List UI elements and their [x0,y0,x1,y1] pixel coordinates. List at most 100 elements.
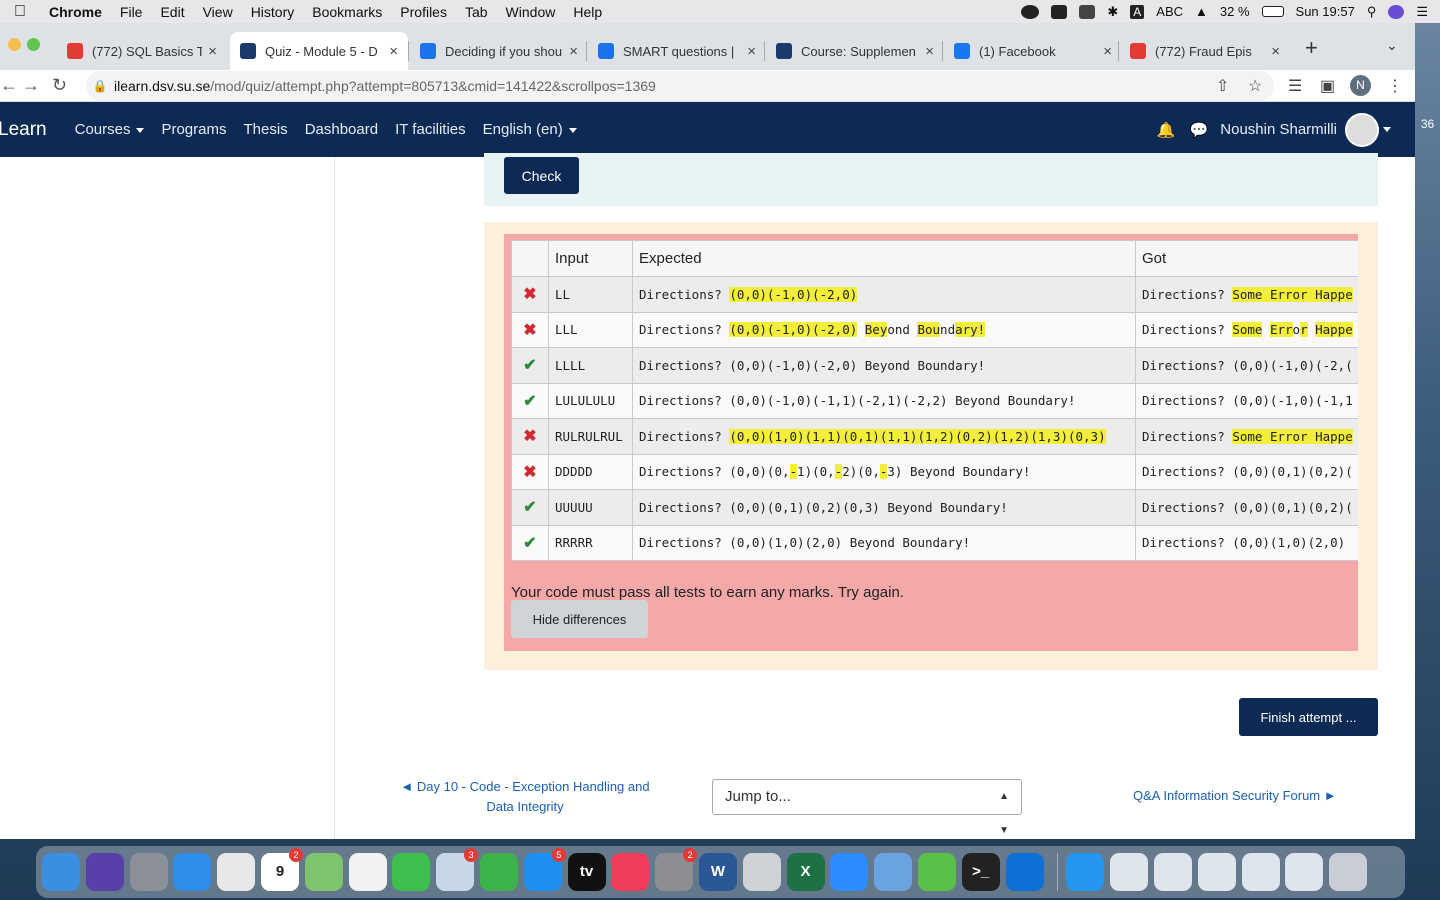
menu-edit[interactable]: Edit [151,4,193,20]
menu-window[interactable]: Window [497,4,565,20]
dock-chrome-icon[interactable] [217,853,256,891]
menu-view[interactable]: View [194,4,242,20]
dock-calendar-icon[interactable]: 92 [260,848,303,891]
forward-button-icon[interactable]: → [22,75,40,96]
menu-tab[interactable]: Tab [456,4,497,20]
tab-close-icon[interactable]: × [1103,43,1112,60]
dock-settings-icon[interactable]: 2 [655,848,698,891]
nav-it-facilities[interactable]: IT facilities [395,121,466,138]
input-source-label[interactable]: ABC [1156,4,1183,19]
dock-music-icon[interactable] [611,853,650,891]
nav-thesis[interactable]: Thesis [244,121,288,138]
hide-differences-button[interactable]: Hide differences [511,600,648,638]
dock-trash-icon[interactable] [1329,853,1368,891]
previous-activity-link[interactable]: ◄ Day 10 - Code - Exception Handling and… [390,777,660,817]
profile-avatar[interactable]: N [1350,75,1371,96]
dock-maps-icon[interactable] [304,853,343,891]
nav-dashboard[interactable]: Dashboard [305,121,378,138]
site-brand[interactable]: Learn [0,119,47,141]
dock-siri-icon[interactable] [85,853,124,891]
browser-tab[interactable]: SMART questions | × [588,32,766,70]
tab-close-icon[interactable]: × [747,43,756,60]
dock-terminal-icon[interactable]: >_ [961,853,1000,891]
bookmark-star-icon[interactable]: ☆ [1248,76,1262,96]
window-minimize-button[interactable] [8,38,21,51]
browser-tab[interactable]: (1) Facebook × [944,32,1122,70]
nav-language[interactable]: English (en) [483,121,577,138]
user-menu-caret-icon[interactable] [1383,127,1391,132]
window-zoom-button[interactable] [27,38,40,51]
apple-menu-icon[interactable]:  [0,3,40,21]
dock-word-icon[interactable]: W [698,853,737,891]
browser-tab[interactable]: Quiz - Module 5 - D × [230,32,408,70]
creative-cloud-icon[interactable] [1021,4,1040,19]
tab-close-icon[interactable]: × [1271,43,1280,60]
dock-screens4-icon[interactable] [1241,853,1280,891]
browser-menu-icon[interactable]: ⋮ [1387,76,1403,96]
dock-facetime-icon[interactable] [479,853,518,891]
user-name[interactable]: Noushin Sharmilli [1220,121,1337,138]
reading-list-icon[interactable]: ☰ [1288,76,1302,96]
dock-docker-icon[interactable] [1066,853,1105,891]
dock-network-icon[interactable] [874,853,913,891]
tab-close-icon[interactable]: × [389,43,398,60]
browser-tab[interactable]: Course: Supplemen × [766,32,944,70]
menu-history[interactable]: History [242,4,304,20]
address-bar[interactable]: 🔒 ilearn.dsv.su.se/mod/quiz/attempt.php?… [86,71,1274,101]
dock-tv-icon[interactable]: tv [567,853,606,891]
siri-status-icon[interactable] [1388,4,1405,19]
menu-profiles[interactable]: Profiles [391,4,456,20]
browser-tab[interactable]: (772) SQL Basics Tu × [57,32,227,70]
dock-screens2-icon[interactable] [1153,853,1192,891]
notifications-bell-icon[interactable]: 🔔 [1157,121,1176,139]
wifi-icon[interactable]: ▲ [1195,4,1208,19]
dock-screens1-icon[interactable] [1110,853,1149,891]
dock-editor-icon[interactable] [917,853,956,891]
docker-status-icon[interactable] [1051,4,1068,19]
finish-attempt-button[interactable]: Finish attempt ... [1239,698,1378,736]
battery-icon[interactable] [1261,6,1284,17]
airplay-icon[interactable] [1079,4,1096,19]
new-tab-button[interactable]: + [1305,35,1318,61]
browser-tab[interactable]: Deciding if you shou × [410,32,588,70]
tab-close-icon[interactable]: × [208,43,217,60]
dock-pen-icon[interactable] [742,853,781,891]
dock-finder-icon[interactable] [42,853,80,891]
app-menu[interactable]: Chrome [40,4,111,20]
menu-bookmarks[interactable]: Bookmarks [303,4,391,20]
dock-preview-icon[interactable]: 3 [436,848,479,891]
battery-label[interactable]: 32 % [1220,4,1250,19]
lock-icon[interactable]: 🔒 [86,79,114,93]
share-icon[interactable]: ⇧ [1216,76,1229,96]
control-center-icon[interactable]: ☰ [1416,4,1428,20]
tab-search-chevron-icon[interactable]: ⌄ [1386,37,1398,54]
spotlight-search-icon[interactable]: ⚲ [1367,4,1377,20]
messages-icon[interactable]: 💬 [1190,121,1209,139]
user-avatar[interactable] [1345,112,1379,147]
reload-button-icon[interactable]: ↻ [52,75,67,96]
clock[interactable]: Sun 19:57 [1296,4,1355,19]
dock-safari-icon[interactable] [173,853,212,891]
back-button-icon[interactable]: ← [0,75,18,96]
browser-tab[interactable]: (772) Fraud Epis × [1120,32,1290,70]
input-source-icon[interactable]: A [1130,4,1145,19]
dock-photos-icon[interactable] [348,853,387,891]
nav-programs[interactable]: Programs [161,121,226,138]
dock-appstore-icon[interactable]: 5 [523,848,566,891]
dock-teamviewer-icon[interactable] [1005,853,1044,891]
side-panel-icon[interactable]: ▣ [1320,76,1335,96]
dock-zoom-icon[interactable] [830,853,869,891]
tab-close-icon[interactable]: × [925,43,934,60]
jump-to-select[interactable]: Jump to... ▲ ▼ [712,779,1022,836]
dock-screens3-icon[interactable] [1197,853,1236,891]
dock-screens5-icon[interactable] [1285,853,1324,891]
check-button[interactable]: Check [504,157,579,194]
menu-help[interactable]: Help [564,4,611,20]
tab-close-icon[interactable]: × [569,43,578,60]
menu-file[interactable]: File [111,4,152,20]
dock-messages-icon[interactable] [392,853,431,891]
bluetooth-icon[interactable]: ✱ [1107,4,1118,20]
nav-courses[interactable]: Courses [75,121,145,138]
dock-launchpad-icon[interactable] [129,853,168,891]
dock-excel-icon[interactable]: X [786,853,825,891]
